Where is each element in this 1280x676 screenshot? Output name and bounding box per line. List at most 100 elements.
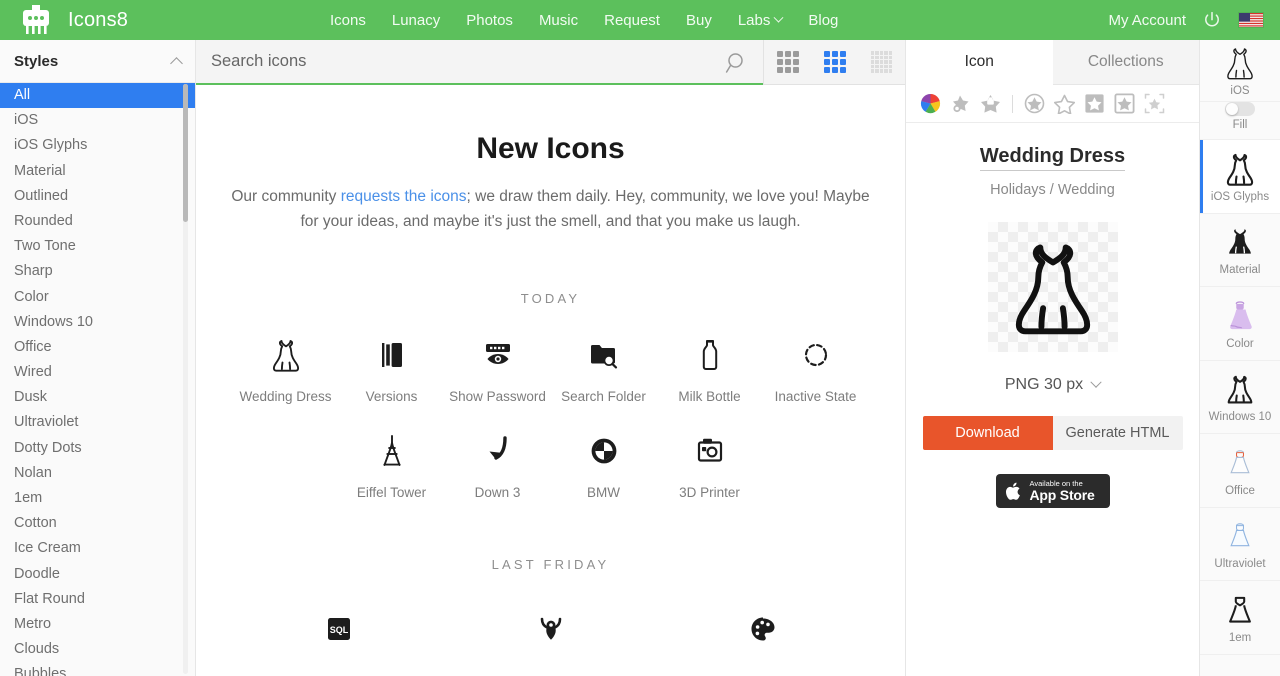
sidebar-item-sharp[interactable]: Sharp (0, 259, 195, 284)
rail-item-ios[interactable]: iOS (1200, 40, 1280, 102)
star-outline-icon[interactable] (1053, 93, 1076, 115)
tab-icon[interactable]: Icon (906, 40, 1053, 85)
nav-item-buy[interactable]: Buy (686, 12, 712, 29)
nav-item-labs[interactable]: Labs (738, 12, 784, 29)
nav-item-music[interactable]: Music (539, 12, 578, 29)
sidebar-item-dusk[interactable]: Dusk (0, 385, 195, 410)
star-sticker-icon[interactable] (950, 93, 971, 114)
sidebar-item-bubbles[interactable]: Bubbles (0, 662, 195, 676)
icon-cell-down-3[interactable]: Down 3 (445, 430, 551, 500)
sidebar-scrollbar-thumb[interactable] (183, 84, 188, 222)
nav-item-photos[interactable]: Photos (466, 12, 513, 29)
rail-item-office[interactable]: Office (1200, 434, 1280, 508)
rail-item-color[interactable]: Color (1200, 287, 1280, 361)
format-selector[interactable]: PNG 30 px (906, 376, 1199, 394)
sidebar-item-windows-10[interactable]: Windows 10 (0, 310, 195, 335)
styles-header[interactable]: Styles (0, 40, 195, 83)
sidebar-item-office[interactable]: Office (0, 335, 195, 360)
sidebar-item-two-tone[interactable]: Two Tone (0, 234, 195, 259)
sidebar-item-material[interactable]: Material (0, 159, 195, 184)
icon-cell-search-folder[interactable]: Search Folder (551, 334, 657, 404)
icon-label: Eiffel Tower (356, 485, 427, 500)
down-arrow-icon (485, 430, 511, 472)
search-icon[interactable] (725, 51, 749, 80)
icon-cell-wedding-dress[interactable]: Wedding Dress (233, 334, 339, 404)
star-circle-outline-icon[interactable] (1024, 93, 1045, 114)
brand-name: Icons8 (68, 8, 129, 31)
dense-grid-view-icon[interactable] (870, 51, 893, 73)
my-account-link[interactable]: My Account (1108, 12, 1186, 29)
sidebar-item-1em[interactable]: 1em (0, 486, 195, 511)
sidebar-item-cotton[interactable]: Cotton (0, 511, 195, 536)
color-wheel-icon[interactable] (920, 93, 941, 114)
sidebar-item-ice-cream[interactable]: Ice Cream (0, 536, 195, 561)
search-field[interactable] (196, 40, 763, 85)
nav-label: Blog (808, 11, 839, 29)
icon-cell-show-password[interactable]: Show Password (445, 334, 551, 404)
requests-the-icons-link[interactable]: requests the icons (341, 188, 467, 205)
page-subtitle: Our community requests the icons; we dra… (228, 184, 873, 234)
dress-office-icon (1227, 444, 1253, 482)
icon-cell-flower[interactable] (498, 608, 604, 663)
star-badge-icon[interactable] (980, 93, 1001, 114)
detail-grid-view-icon[interactable] (823, 51, 846, 73)
sidebar-item-metro[interactable]: Metro (0, 612, 195, 637)
rail-item-material[interactable]: Material (1200, 214, 1280, 287)
sidebar-item-ultraviolet[interactable]: Ultraviolet (0, 410, 195, 435)
main-nav: Icons Lunacy Photos Music Request Buy La… (330, 12, 1108, 29)
nav-item-blog[interactable]: Blog (808, 12, 838, 29)
rail-label: 1em (1228, 631, 1252, 644)
chevron-up-icon[interactable] (170, 56, 183, 70)
sidebar-item-clouds[interactable]: Clouds (0, 637, 195, 662)
search-input[interactable] (196, 52, 763, 71)
sidebar-item-ios[interactable]: iOS (0, 108, 195, 133)
star-expand-icon[interactable] (1144, 93, 1165, 114)
icon-label: 3D Printer (679, 485, 740, 500)
us-flag-icon[interactable] (1238, 12, 1264, 28)
sidebar-item-all[interactable]: All (0, 83, 195, 109)
rail-item-1em[interactable]: 1em (1200, 581, 1280, 655)
sidebar-scrollbar[interactable] (183, 84, 188, 674)
sidebar-item-flat-round[interactable]: Flat Round (0, 587, 195, 612)
grid-view-icon[interactable] (776, 51, 799, 73)
rail-item-ultraviolet[interactable]: Ultraviolet (1200, 508, 1280, 581)
sidebar-item-outlined[interactable]: Outlined (0, 184, 195, 209)
flower-icon (537, 608, 565, 650)
icon-cell-bmw[interactable]: BMW (551, 430, 657, 500)
dress-glyph-icon (1225, 150, 1255, 188)
sidebar-item-rounded[interactable]: Rounded (0, 209, 195, 234)
sidebar-item-color[interactable]: Color (0, 285, 195, 310)
nav-item-icons[interactable]: Icons (330, 12, 366, 29)
icon-preview[interactable] (987, 222, 1118, 352)
icon-cell-sql[interactable]: SQL (286, 608, 392, 663)
power-icon[interactable] (1202, 10, 1222, 30)
icon-cell-eiffel-tower[interactable]: Eiffel Tower (339, 430, 445, 500)
rail-item-ios-glyphs[interactable]: iOS Glyphs (1200, 140, 1280, 214)
app-store-badge[interactable]: Available on the App Store (995, 474, 1110, 508)
icon-cell-milk-bottle[interactable]: Milk Bottle (657, 334, 763, 404)
star-square-filled-icon[interactable] (1084, 93, 1105, 114)
icon-cell-palette[interactable] (710, 608, 816, 663)
icon-row: SQL (196, 608, 905, 663)
sidebar-item-nolan[interactable]: Nolan (0, 461, 195, 486)
nav-item-request[interactable]: Request (604, 12, 660, 29)
fill-toggle[interactable] (1225, 102, 1255, 116)
icon-cell-versions[interactable]: Versions (339, 334, 445, 404)
sidebar-item-wired[interactable]: Wired (0, 360, 195, 385)
sidebar-item-ios-glyphs[interactable]: iOS Glyphs (0, 133, 195, 158)
icon-cell-3d-printer[interactable]: 3D Printer (657, 430, 763, 500)
tab-collections[interactable]: Collections (1052, 40, 1199, 85)
download-button[interactable]: Download (922, 416, 1053, 450)
nav-item-lunacy[interactable]: Lunacy (392, 12, 440, 29)
icon-cell-inactive-state[interactable]: Inactive State (763, 334, 869, 404)
top-navigation-bar: Icons8 Icons Lunacy Photos Music Request… (0, 0, 1280, 40)
bmw-icon (590, 430, 618, 472)
download-button-group: Download Generate HTML (922, 416, 1183, 450)
generate-html-button[interactable]: Generate HTML (1052, 416, 1183, 450)
rail-item-windows-10[interactable]: Windows 10 (1200, 361, 1280, 434)
show-password-icon (482, 334, 514, 376)
sidebar-item-dotty-dots[interactable]: Dotty Dots (0, 436, 195, 461)
sidebar-item-doodle[interactable]: Doodle (0, 562, 195, 587)
star-square-solid-icon[interactable] (1114, 93, 1135, 114)
brand[interactable]: Icons8 (0, 5, 330, 35)
